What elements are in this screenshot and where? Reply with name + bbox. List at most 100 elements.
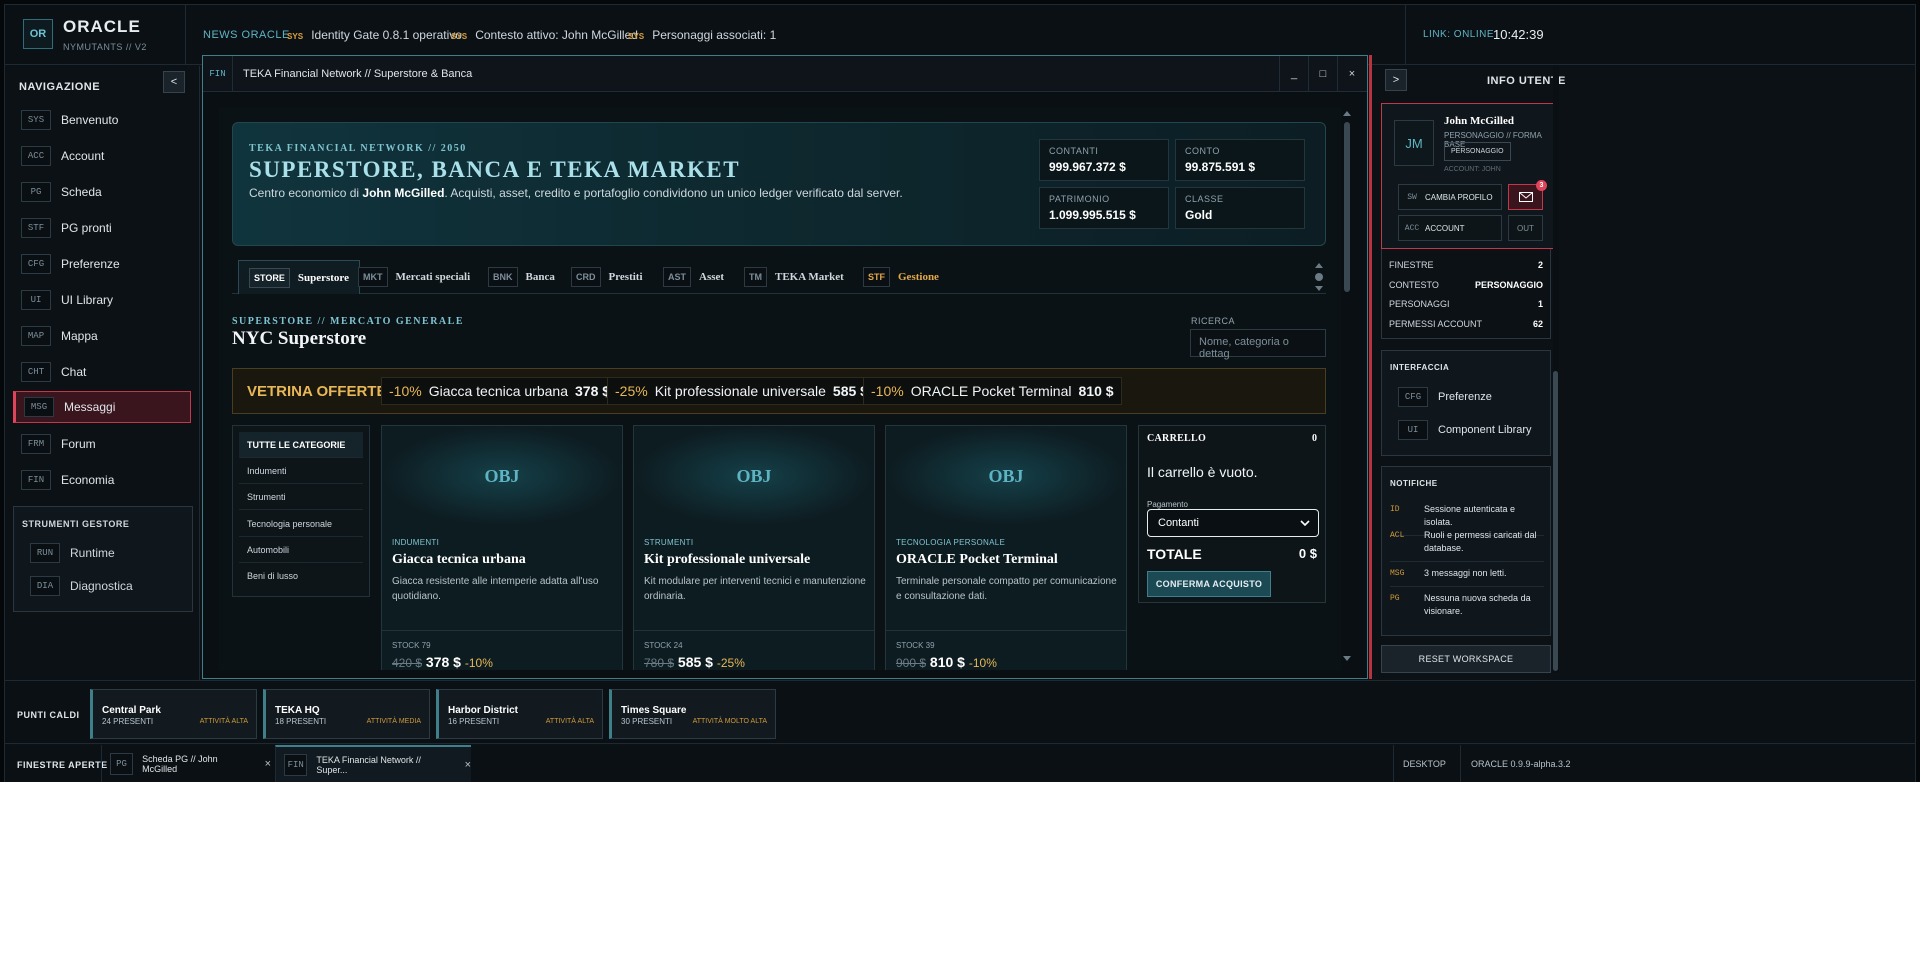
- nav-tag: STF: [21, 218, 51, 238]
- tabs-scroller[interactable]: [1314, 262, 1324, 292]
- scrollbar-thumb[interactable]: [1344, 122, 1350, 292]
- reset-workspace-button[interactable]: RESET WORKSPACE: [1381, 645, 1551, 673]
- news-item: SYS Identity Gate 0.8.1 operativo: [287, 28, 462, 42]
- offer-item[interactable]: -10% Giacca tecnica urbana 378 $: [381, 377, 619, 405]
- hero-title: SUPERSTORE, BANCA E TEKA MARKET: [249, 157, 741, 182]
- hotspot-card[interactable]: Harbor District 16 PRESENTI ATTIVITÀ ALTA: [436, 689, 603, 739]
- category-item[interactable]: Indumenti: [239, 458, 363, 484]
- category-item[interactable]: Tecnologia personale: [239, 511, 363, 537]
- total-value: 0 $: [1298, 546, 1317, 561]
- offer-item[interactable]: -10% ORACLE Pocket Terminal 810 $: [863, 377, 1122, 405]
- stat-label: CLASSE: [1185, 194, 1224, 204]
- product-card[interactable]: OBJ STRUMENTI Kit professionale universa…: [633, 425, 875, 670]
- interface-item-preferenze[interactable]: CFG Preferenze: [1398, 387, 1492, 407]
- logout-button[interactable]: OUT: [1508, 215, 1543, 241]
- desktop-button[interactable]: DESKTOP: [1403, 759, 1446, 769]
- collapse-sidebar-button[interactable]: <: [163, 71, 185, 93]
- product-card[interactable]: OBJ INDUMENTI Giacca tecnica urbana Giac…: [381, 425, 623, 670]
- nav-tag: MSG: [24, 397, 54, 417]
- tab-teka-market[interactable]: TM TEKA Market: [744, 260, 844, 294]
- hotspot-activity: ATTIVITÀ ALTA: [545, 718, 594, 725]
- tab-banca[interactable]: BNK Banca: [488, 260, 555, 294]
- product-card[interactable]: OBJ TECNOLOGIA PERSONALE ORACLE Pocket T…: [885, 425, 1127, 670]
- item-label: Component Library: [1438, 424, 1532, 436]
- scrollbar-thumb[interactable]: [1553, 371, 1558, 671]
- right-panel-scrollbar[interactable]: [1553, 65, 1559, 673]
- sidebar-item-forum[interactable]: FRM Forum: [13, 428, 191, 460]
- product-discount: -10%: [968, 656, 997, 670]
- sidebar-item-chat[interactable]: CHT Chat: [13, 356, 191, 388]
- window-content: TEKA FINANCIAL NETWORK // 2050 SUPERSTOR…: [219, 108, 1341, 670]
- hotspot-name: TEKA HQ: [275, 705, 320, 716]
- search-input[interactable]: Nome, categoria o dettag: [1190, 329, 1326, 360]
- nav-tag: ACC: [21, 146, 51, 166]
- total-label: TOTALE: [1147, 546, 1202, 562]
- tool-diagnostica[interactable]: DIA Diagnostica: [30, 574, 133, 598]
- hotspot-card[interactable]: Times Square 30 PRESENTI ATTIVITÀ MOLTO AL…: [609, 689, 776, 739]
- sidebar-item-ui-library[interactable]: UI UI Library: [13, 284, 191, 316]
- hotspot-people: 24 PRESENTI: [102, 717, 154, 726]
- stat-value: 1.099.995.515 $: [1049, 208, 1136, 222]
- divider: [1405, 5, 1406, 65]
- sidebar-item-account[interactable]: ACC Account: [13, 140, 191, 172]
- notification-item: MSG 3 messaggi non letti.: [1390, 567, 1544, 587]
- nav-tag: UI: [21, 290, 51, 310]
- confirm-purchase-button[interactable]: CONFERMA ACQUISTO: [1147, 571, 1271, 597]
- close-icon[interactable]: ×: [465, 759, 471, 771]
- product-image: OBJ: [382, 426, 622, 526]
- notification-text: 3 messaggi non letti.: [1424, 568, 1507, 578]
- finance-window: FIN TEKA Financial Network // Superstore…: [202, 55, 1368, 679]
- tab-mercati-speciali[interactable]: MKT Mercati speciali: [358, 260, 470, 294]
- sidebar-item-pg-pronti[interactable]: STF PG pronti: [13, 212, 191, 244]
- category-item[interactable]: TUTTE LE CATEGORIE: [239, 432, 363, 458]
- interface-item-component-library[interactable]: UI Component Library: [1398, 420, 1532, 440]
- content-scrollbar[interactable]: [1343, 108, 1351, 666]
- taskbar-window-scheda[interactable]: PG Scheda PG // John McGilled ×: [101, 745, 271, 783]
- offer-name: ORACLE Pocket Terminal: [910, 383, 1072, 399]
- minimize-button[interactable]: _: [1279, 56, 1308, 91]
- sidebar-item-economia[interactable]: FIN Economia: [13, 464, 191, 496]
- nav-label: Preferenze: [61, 257, 120, 271]
- hotspot-card[interactable]: TEKA HQ 18 PRESENTI ATTIVITÀ MEDIA: [263, 689, 430, 739]
- maximize-button[interactable]: □: [1308, 56, 1337, 91]
- window-titlebar[interactable]: FIN TEKA Financial Network // Superstore…: [203, 56, 1367, 92]
- category-item[interactable]: Strumenti: [239, 484, 363, 510]
- notification-item: ACL Ruoli e permessi caricati dal databas…: [1390, 529, 1544, 562]
- tab-prestiti[interactable]: CRD Prestiti: [571, 260, 643, 294]
- category-item[interactable]: Beni di lusso: [239, 563, 363, 589]
- tab-superstore[interactable]: STORE Superstore: [238, 260, 360, 294]
- hotspot-people: 16 PRESENTI: [448, 717, 500, 726]
- manager-tools-panel: STRUMENTI GESTORE RUN Runtime DIA Diagnost…: [13, 506, 193, 612]
- item-tag: UI: [1398, 420, 1428, 440]
- offers-banner: VETRINA OFFERTE -10% Giacca tecnica urban…: [232, 368, 1326, 414]
- sidebar-item-mappa[interactable]: MAP Mappa: [13, 320, 191, 352]
- nav-tag: MAP: [21, 326, 51, 346]
- sidebar-item-preferenze[interactable]: CFG Preferenze: [13, 248, 191, 280]
- product-current-price: 585 $: [677, 654, 713, 670]
- hotspot-activity: ATTIVITÀ MOLTO ALTA: [692, 718, 767, 725]
- sidebar-item-scheda[interactable]: PG Scheda: [13, 176, 191, 208]
- tab-asset[interactable]: AST Asset: [663, 260, 724, 294]
- hotspot-card[interactable]: Central Park 24 PRESENTI ATTIVITÀ ALTA: [90, 689, 257, 739]
- hero-kicker: TEKA FINANCIAL NETWORK // 2050: [249, 143, 467, 154]
- offer-item[interactable]: -25% Kit professionale universale 585 $: [607, 377, 876, 405]
- close-window-button[interactable]: ×: [1337, 56, 1366, 91]
- close-icon[interactable]: ×: [265, 758, 271, 770]
- sidebar-item-benvenuto[interactable]: SYS Benvenuto: [13, 104, 191, 136]
- tab-gestione[interactable]: STF Gestione: [863, 260, 939, 294]
- switch-profile-button[interactable]: SW CAMBIA PROFILO: [1398, 184, 1502, 210]
- stat-wealth: PATRIMONIO 1.099.995.515 $: [1039, 187, 1169, 229]
- tool-runtime[interactable]: RUN Runtime: [30, 541, 115, 565]
- offer-price: 810 $: [1078, 383, 1114, 399]
- category-item[interactable]: Automobili: [239, 537, 363, 563]
- interface-panel: INTERFACCIA CFG Preferenze UI Component Li…: [1381, 350, 1551, 456]
- nav-label: Messaggi: [64, 400, 116, 414]
- expand-panel-button[interactable]: >: [1385, 69, 1407, 91]
- tool-tag: DIA: [30, 576, 60, 596]
- account-button[interactable]: ACC ACCOUNT: [1398, 215, 1502, 241]
- payment-select[interactable]: Contanti: [1147, 509, 1319, 537]
- notification-tag: MSG: [1390, 569, 1405, 578]
- interface-title: INTERFACCIA: [1390, 363, 1450, 372]
- taskbar-window-finance[interactable]: FIN TEKA Financial Network // Super... ×: [275, 745, 471, 783]
- sidebar-item-messaggi[interactable]: MSG Messaggi: [13, 391, 191, 423]
